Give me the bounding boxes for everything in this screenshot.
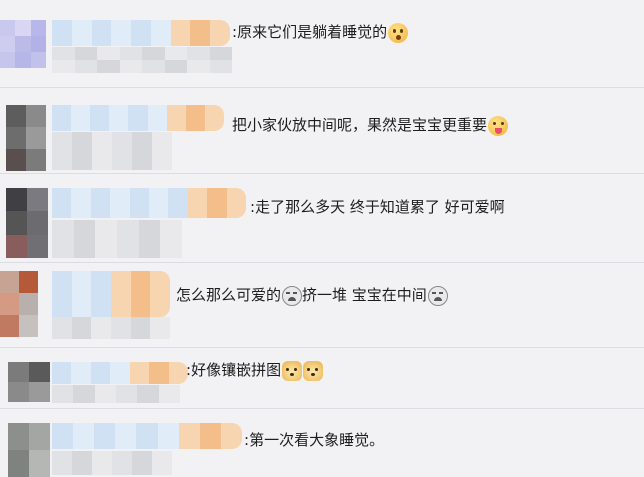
username[interactable] bbox=[52, 362, 188, 384]
comment-body: 把小家伙放中间呢，果然是宝宝更重要 bbox=[232, 116, 488, 134]
avatar[interactable] bbox=[0, 20, 46, 68]
username[interactable] bbox=[52, 271, 170, 317]
comment-text: :走了那么多天 终于知道累了 好可爱啊 bbox=[250, 197, 505, 217]
username[interactable] bbox=[52, 105, 224, 131]
comment-item: :第一次看大象睡觉。 bbox=[0, 409, 644, 477]
comment-text: 怎么那么可爱的 挤一堆 宝宝在中间 bbox=[176, 285, 448, 306]
crying-face-icon bbox=[427, 285, 448, 306]
comment-item: 怎么那么可爱的 挤一堆 宝宝在中间 bbox=[0, 263, 644, 346]
comment-body: 好像镶嵌拼图 bbox=[191, 361, 282, 379]
comment-text: 把小家伙放中间呢，果然是宝宝更重要 bbox=[232, 115, 509, 136]
comment-meta bbox=[52, 451, 172, 475]
comment-meta bbox=[52, 132, 172, 170]
comment-text: :原来它们是躺着睡觉的 bbox=[232, 22, 409, 43]
comment-body: 走了那么多天 终于知道累了 好可爱啊 bbox=[255, 198, 505, 216]
comment-meta bbox=[52, 220, 182, 258]
comment-item: 把小家伙放中间呢，果然是宝宝更重要 bbox=[0, 88, 644, 173]
comment-body: 第一次看大象睡觉。 bbox=[249, 431, 385, 449]
doge-icon bbox=[282, 360, 303, 381]
tongue-out-face-icon bbox=[488, 115, 509, 136]
comment-text: :好像镶嵌拼图 bbox=[186, 360, 324, 381]
avatar[interactable] bbox=[0, 271, 38, 337]
comment-meta bbox=[52, 47, 232, 73]
comment-item: :好像镶嵌拼图 bbox=[0, 348, 644, 406]
surprised-face-icon bbox=[388, 22, 409, 43]
comment-body: 原来它们是躺着睡觉的 bbox=[237, 23, 388, 41]
comment-meta bbox=[52, 385, 180, 403]
username[interactable] bbox=[52, 423, 242, 449]
comment-item: :原来它们是躺着睡觉的 bbox=[0, 0, 644, 87]
username[interactable] bbox=[52, 20, 230, 46]
avatar[interactable] bbox=[8, 423, 50, 477]
comment-body: 挤一堆 宝宝在中间 bbox=[302, 286, 427, 304]
avatar[interactable] bbox=[8, 362, 50, 402]
doge-icon bbox=[303, 360, 324, 381]
crying-face-icon bbox=[282, 285, 303, 306]
comment-item: :走了那么多天 终于知道累了 好可爱啊 bbox=[0, 174, 644, 262]
comment-body: 怎么那么可爱的 bbox=[176, 286, 282, 304]
avatar[interactable] bbox=[6, 105, 46, 171]
comment-text: :第一次看大象睡觉。 bbox=[244, 430, 384, 450]
username[interactable] bbox=[52, 188, 246, 218]
comment-meta bbox=[52, 317, 170, 339]
avatar[interactable] bbox=[6, 188, 48, 258]
